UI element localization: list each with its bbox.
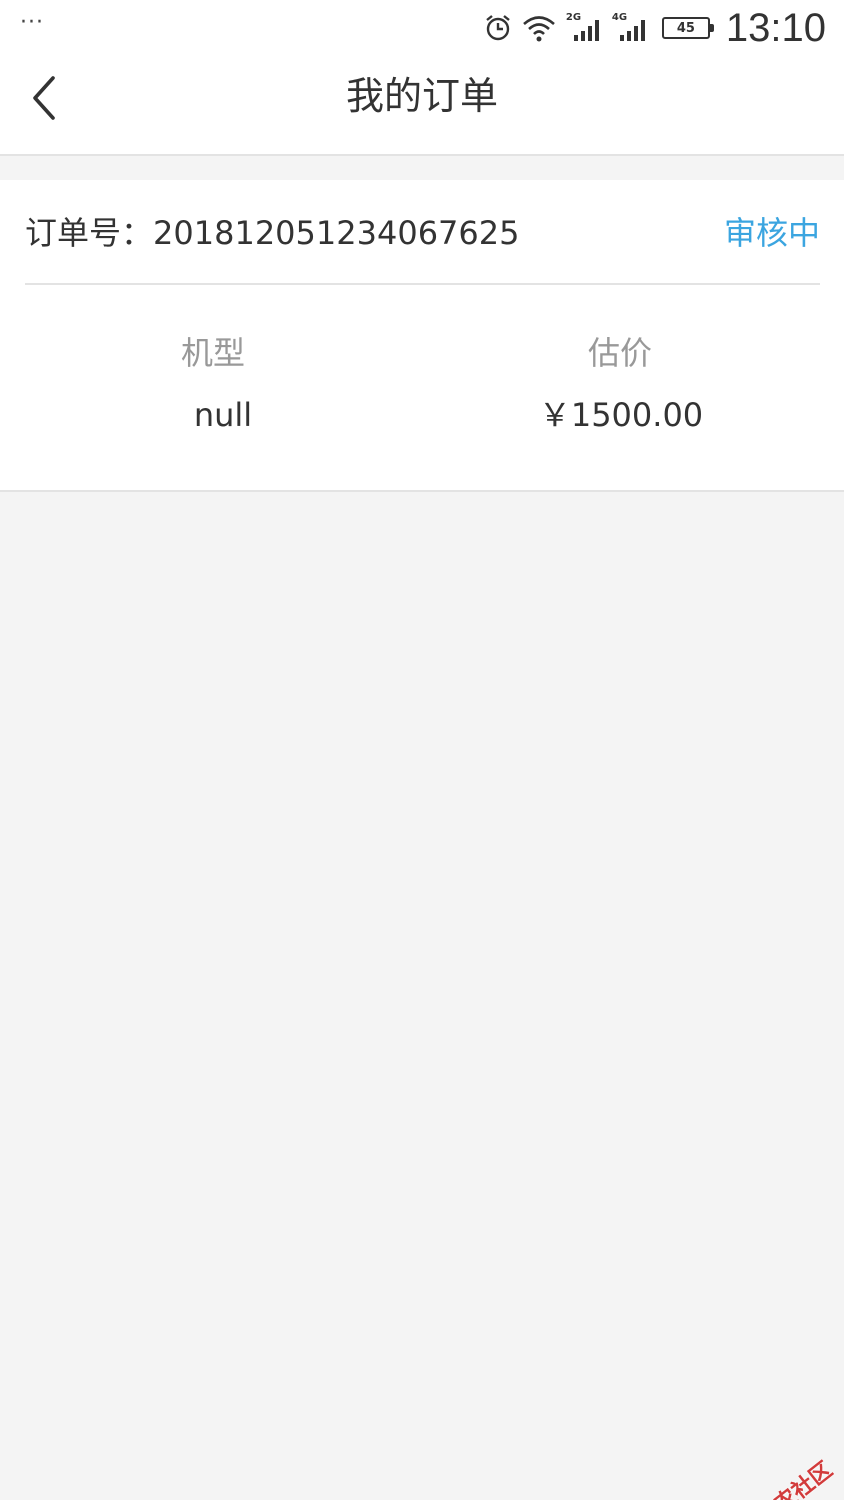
- order-number: 订单号：201812051234067625: [25, 208, 519, 254]
- order-card[interactable]: 订单号：201812051234067625 审核中 机型 null 估价 ￥1…: [0, 180, 844, 492]
- signal-icon: 4G: [612, 13, 648, 43]
- order-number-value: 201812051234067625: [153, 214, 520, 252]
- order-number-label: 订单号：: [25, 214, 154, 252]
- price-label: 估价: [587, 334, 652, 372]
- order-status-badge[interactable]: 审核中: [724, 208, 820, 254]
- model-column: 机型 null: [12, 330, 434, 438]
- price-column: 估价 ￥1500.00: [410, 330, 832, 438]
- status-bar: ··· 2G 4G 45 13:10: [0, 0, 844, 56]
- status-time: 13:10: [725, 6, 826, 50]
- watermark-text: 卡农社区: [752, 1457, 838, 1500]
- model-label: 机型: [180, 334, 245, 372]
- page-title: 我的订单: [345, 74, 498, 118]
- price-value: ￥1500.00: [538, 396, 704, 434]
- status-icons: 2G 4G 45 13:10: [484, 6, 826, 50]
- wifi-icon: [522, 14, 556, 42]
- model-value: null: [193, 396, 253, 434]
- notification-dots: ···: [20, 10, 44, 35]
- battery-indicator: 45: [661, 17, 714, 39]
- signal-icon: 2G: [566, 13, 602, 43]
- nav-bar: 我的订单: [0, 56, 844, 156]
- alarm-icon: [484, 14, 512, 42]
- watermark: 卡农社区: [725, 1453, 838, 1500]
